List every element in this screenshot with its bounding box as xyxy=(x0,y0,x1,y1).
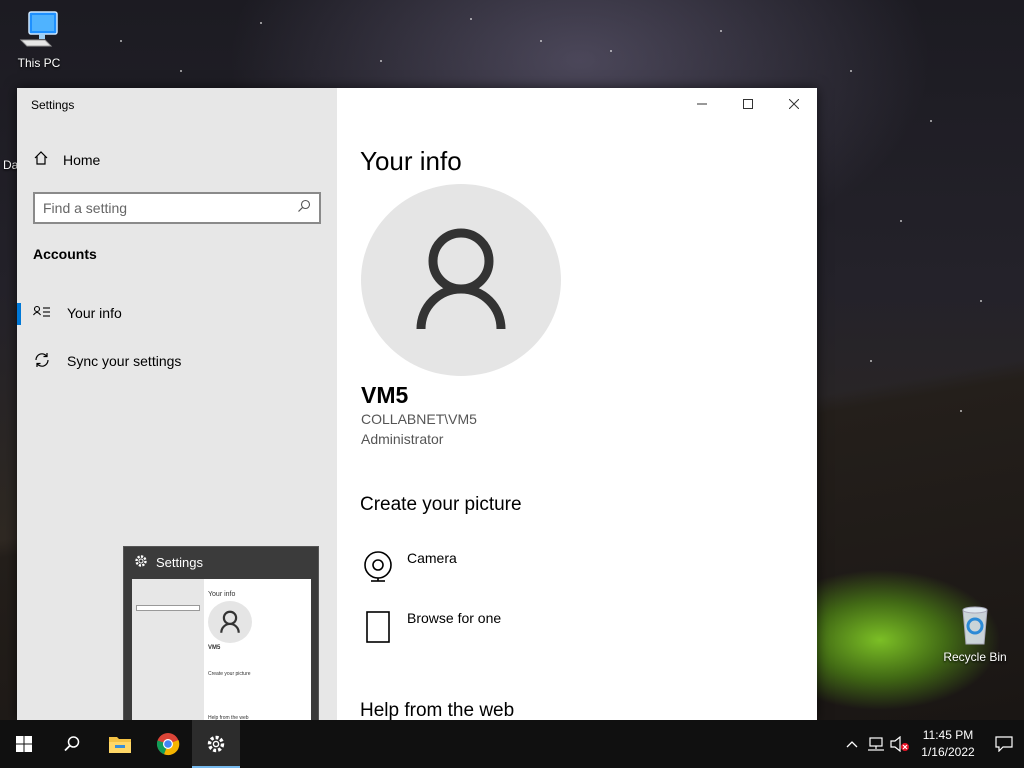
document-icon xyxy=(361,610,395,647)
home-icon xyxy=(33,150,49,169)
search-input[interactable] xyxy=(43,200,297,216)
thumbnail-avatar xyxy=(208,601,252,643)
windows-logo-icon xyxy=(16,736,32,752)
settings-content: Your info VM5 COLLABNET\VM5 Administrato… xyxy=(337,88,817,720)
desktop-icon-recycle-bin[interactable]: Recycle Bin xyxy=(939,602,1011,664)
taskbar-chrome[interactable] xyxy=(144,720,192,768)
window-caption-buttons xyxy=(679,88,817,120)
system-tray: 11:45 PM 1/16/2022 xyxy=(840,720,1024,768)
create-picture-heading: Create your picture xyxy=(360,494,522,515)
start-button[interactable] xyxy=(0,720,48,768)
sync-icon xyxy=(33,351,51,372)
thumbnail-page-title: Your info xyxy=(208,591,236,598)
sidebar-item-label: Sync your settings xyxy=(67,353,182,369)
network-icon xyxy=(868,737,884,751)
notification-icon xyxy=(995,736,1013,752)
preview-header: Settings xyxy=(124,547,318,577)
user-role: Administrator xyxy=(361,431,444,447)
desktop-icon-label: Recycle Bin xyxy=(943,650,1007,664)
browse-label: Browse for one xyxy=(407,610,502,626)
computer-icon xyxy=(17,8,61,52)
system-clock[interactable]: 11:45 PM 1/16/2022 xyxy=(912,727,984,761)
user-icon xyxy=(416,228,506,330)
network-tray-icon[interactable] xyxy=(864,720,888,768)
camera-label: Camera xyxy=(407,550,457,566)
desktop-icon-label: This PC xyxy=(17,56,61,70)
clock-date: 1/16/2022 xyxy=(921,745,975,759)
volume-muted-icon xyxy=(890,736,909,752)
gear-icon xyxy=(134,554,148,571)
folder-icon xyxy=(109,737,131,753)
chevron-up-icon xyxy=(846,741,858,748)
desktop-icon-this-pc[interactable]: This PC xyxy=(3,8,75,70)
taskbar-thumbnail-preview[interactable]: Settings Your info VM5 Create your pictu… xyxy=(123,546,319,728)
contact-card-icon xyxy=(33,305,51,322)
minimize-button[interactable] xyxy=(679,88,725,120)
maximize-button[interactable] xyxy=(725,88,771,120)
nav-home-label: Home xyxy=(63,151,101,168)
taskbar: 11:45 PM 1/16/2022 xyxy=(0,720,1024,768)
thumbnail-create-title: Create your picture xyxy=(208,671,251,677)
browse-option[interactable]: Browse for one xyxy=(361,610,501,647)
section-title-accounts: Accounts xyxy=(33,246,97,262)
taskbar-file-explorer[interactable] xyxy=(96,720,144,768)
sidebar-item-sync-settings[interactable]: Sync your settings xyxy=(17,341,337,381)
show-hidden-icons-button[interactable] xyxy=(840,720,864,768)
sidebar-item-your-info[interactable]: Your info xyxy=(17,293,337,333)
window-title: Settings xyxy=(31,98,75,112)
taskbar-settings[interactable] xyxy=(192,720,240,768)
gear-icon xyxy=(207,735,225,753)
preview-thumbnail: Your info VM5 Create your picture Help f… xyxy=(132,579,311,721)
thumbnail-user-name: VM5 xyxy=(208,645,221,651)
volume-tray-icon[interactable] xyxy=(888,720,912,768)
camera-icon xyxy=(361,550,395,587)
avatar xyxy=(361,184,561,376)
action-center-button[interactable] xyxy=(984,720,1024,768)
chrome-icon xyxy=(156,733,180,756)
thumbnail-sidebar xyxy=(132,579,204,721)
recycle-bin-icon xyxy=(953,602,997,646)
help-web-heading: Help from the web xyxy=(360,700,515,720)
thumbnail-main: Your info VM5 Create your picture Help f… xyxy=(204,579,311,721)
clock-time: 11:45 PM xyxy=(922,728,974,742)
user-domain: COLLABNET\VM5 xyxy=(361,411,477,427)
user-name: VM5 xyxy=(361,382,409,408)
search-icon xyxy=(64,736,80,752)
search-box[interactable] xyxy=(33,192,321,224)
search-icon[interactable] xyxy=(297,199,311,218)
close-button[interactable] xyxy=(771,88,817,120)
camera-option[interactable]: Camera xyxy=(361,550,457,587)
nav-home[interactable]: Home xyxy=(33,150,100,169)
search-button[interactable] xyxy=(48,720,96,768)
page-title: Your info xyxy=(360,146,462,176)
sidebar-item-label: Your info xyxy=(67,305,122,321)
preview-title: Settings xyxy=(156,554,203,570)
